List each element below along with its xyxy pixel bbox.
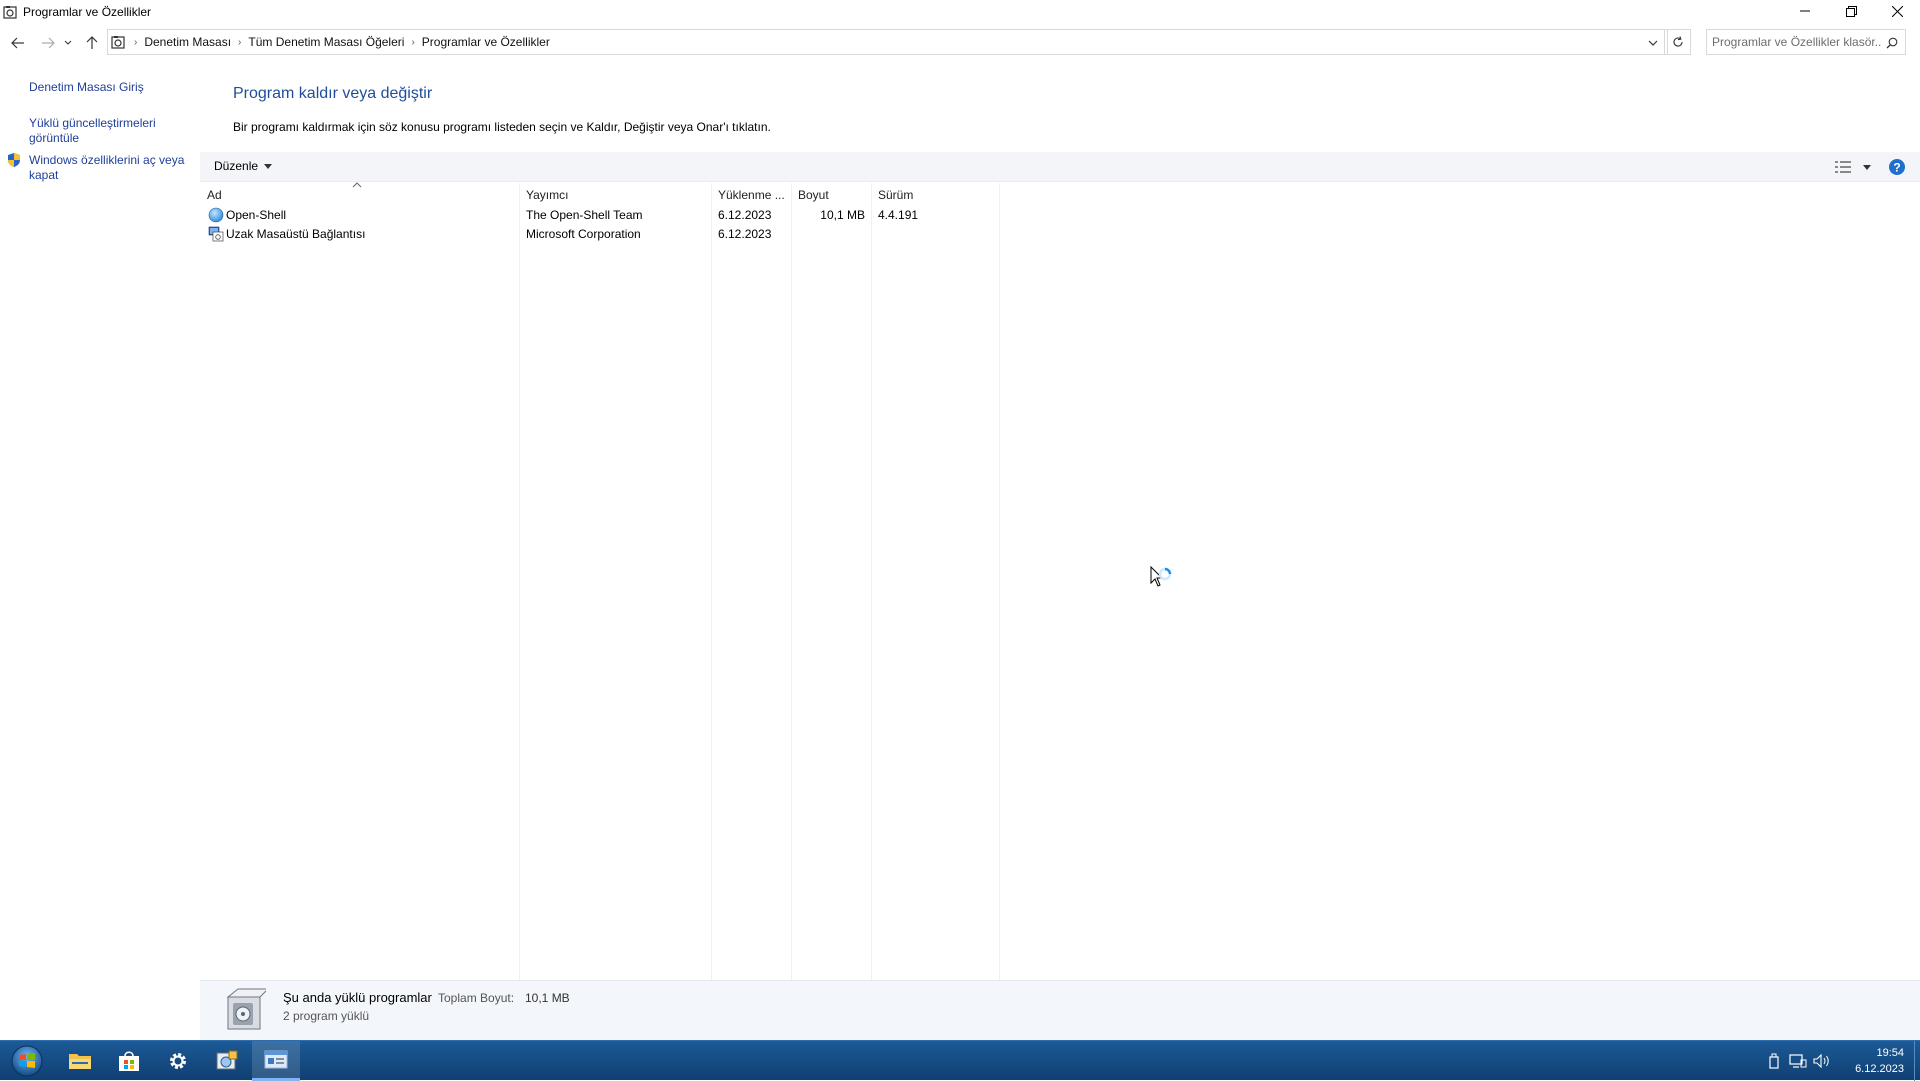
program-publisher: Microsoft Corporation [526, 227, 641, 241]
program-installed-on: 6.12.2023 [718, 208, 772, 222]
column-header-size[interactable]: Boyut [798, 188, 829, 202]
column-header-name[interactable]: Ad [207, 188, 222, 202]
minimize-button[interactable] [1782, 0, 1828, 22]
address-history-dropdown-icon[interactable] [1643, 33, 1663, 53]
open-shell-icon [208, 207, 224, 223]
taskbar-programs-features[interactable] [252, 1041, 300, 1081]
column-divider [871, 183, 872, 980]
folder-icon [69, 1054, 91, 1069]
page-description: Bir programı kaldırmak için söz konusu p… [233, 120, 771, 134]
dropdown-arrow-icon [264, 163, 273, 169]
program-installed-on: 6.12.2023 [718, 227, 772, 241]
navigation-bar: › Denetim Masası › Tüm Denetim Masası Öğ… [0, 29, 1920, 56]
busy-cursor-icon [1150, 566, 1172, 587]
help-icon[interactable]: ? [1888, 158, 1906, 176]
uac-shield-icon [8, 153, 20, 167]
chevron-right-icon[interactable]: › [238, 37, 241, 48]
close-button[interactable] [1874, 0, 1920, 22]
search-input[interactable] [1712, 35, 1882, 49]
taskbar-file-explorer[interactable] [56, 1041, 104, 1081]
taskbar-clock[interactable]: 19:54 6.12.2023 [1855, 1045, 1904, 1077]
clock-time: 19:54 [1876, 1047, 1904, 1059]
control-panel-home-link[interactable]: Denetim Masası Giriş [29, 80, 144, 95]
breadcrumb-all-items[interactable]: Tüm Denetim Masası Öğeleri [248, 35, 404, 49]
details-view-icon[interactable] [1834, 159, 1852, 175]
volume-icon[interactable] [1812, 1051, 1832, 1071]
column-divider [519, 183, 520, 980]
windows-start-orb-icon [11, 1045, 43, 1077]
control-panel-icon [216, 1050, 238, 1070]
show-desktop-button[interactable] [1914, 1041, 1920, 1081]
column-header-version[interactable]: Sürüm [878, 188, 913, 202]
total-size-label: Toplam Boyut: [438, 991, 515, 1005]
clock-date: 6.12.2023 [1855, 1063, 1904, 1075]
view-options-dropdown-icon[interactable] [1860, 159, 1874, 175]
total-size-value: 10,1 MB [525, 991, 570, 1005]
installed-programs-icon [226, 988, 266, 1030]
remote-desktop-icon [208, 226, 224, 242]
taskbar-settings[interactable] [154, 1041, 202, 1081]
program-name: Uzak Masaüstü Bağlantısı [226, 227, 366, 241]
forward-button[interactable] [38, 33, 58, 53]
control-panel-icon [2, 4, 18, 20]
usb-device-icon[interactable] [1764, 1051, 1784, 1071]
start-button[interactable] [2, 1041, 52, 1081]
taskbar-control-panel[interactable] [203, 1041, 251, 1081]
svg-text:?: ? [1893, 161, 1900, 175]
column-divider [999, 183, 1000, 980]
taskbar-store[interactable] [105, 1041, 153, 1081]
up-button[interactable] [82, 33, 102, 53]
program-publisher: The Open-Shell Team [526, 208, 643, 222]
chevron-right-icon[interactable]: › [134, 37, 137, 48]
sort-ascending-icon [352, 182, 362, 188]
windows-features-link[interactable]: Windows özelliklerini aç veya [29, 153, 184, 168]
organize-button[interactable]: Düzenle [214, 159, 273, 173]
network-icon[interactable] [1788, 1051, 1808, 1071]
column-header-installed-on[interactable]: Yüklenme ... [718, 188, 785, 202]
view-installed-updates-link[interactable]: görüntüle [29, 131, 79, 146]
window-title: Programlar ve Özellikler [23, 5, 152, 19]
control-panel-icon [109, 33, 127, 51]
gear-icon [170, 1053, 186, 1069]
refresh-button[interactable] [1664, 29, 1691, 55]
table-row[interactable]: Open-Shell The Open-Shell Team 6.12.2023… [200, 206, 1000, 225]
breadcrumb-programs-features[interactable]: Programlar ve Özellikler [422, 35, 550, 49]
left-task-pane: Denetim Masası Giriş Yüklü güncelleştirm… [0, 58, 200, 980]
installed-count: 2 program yüklü [283, 1009, 370, 1023]
details-pane: Şu anda yüklü programlar Toplam Boyut: 1… [200, 980, 1920, 1040]
column-divider [711, 183, 712, 980]
restore-button[interactable] [1828, 0, 1874, 22]
page-title: Program kaldır veya değiştir [233, 85, 433, 102]
search-box[interactable] [1706, 29, 1906, 55]
program-list[interactable]: Ad Yayımcı Yüklenme ... Boyut Sürüm Open… [200, 182, 1920, 980]
details-title: Şu anda yüklü programlar [283, 990, 432, 1005]
organize-label: Düzenle [214, 159, 259, 173]
table-row[interactable]: Uzak Masaüstü Bağlantısı Microsoft Corpo… [200, 225, 1000, 244]
program-version: 4.4.191 [878, 208, 919, 222]
view-installed-updates-link[interactable]: Yüklü güncelleştirmeleri [29, 116, 156, 131]
command-bar: Düzenle ? [200, 152, 1920, 182]
column-divider [791, 183, 792, 980]
windows-features-link[interactable]: kapat [29, 168, 58, 183]
programs-window-icon [264, 1050, 288, 1068]
taskbar: 19:54 6.12.2023 [0, 1040, 1920, 1081]
search-icon[interactable] [1883, 34, 1901, 52]
chevron-right-icon[interactable]: › [411, 37, 414, 48]
column-header-publisher[interactable]: Yayımcı [526, 188, 568, 202]
breadcrumb-control-panel[interactable]: Denetim Masası [144, 35, 231, 49]
recent-locations-chevron-icon[interactable] [62, 33, 74, 53]
program-name: Open-Shell [226, 208, 287, 222]
title-bar: Programlar ve Özellikler [0, 0, 1920, 24]
store-bag-icon [119, 1051, 139, 1071]
back-button[interactable] [8, 33, 28, 53]
address-bar[interactable]: › Denetim Masası › Tüm Denetim Masası Öğ… [107, 29, 1668, 55]
main-content: Program kaldır veya değiştir Bir program… [200, 58, 1920, 980]
program-size: 10,1 MB [820, 208, 865, 222]
